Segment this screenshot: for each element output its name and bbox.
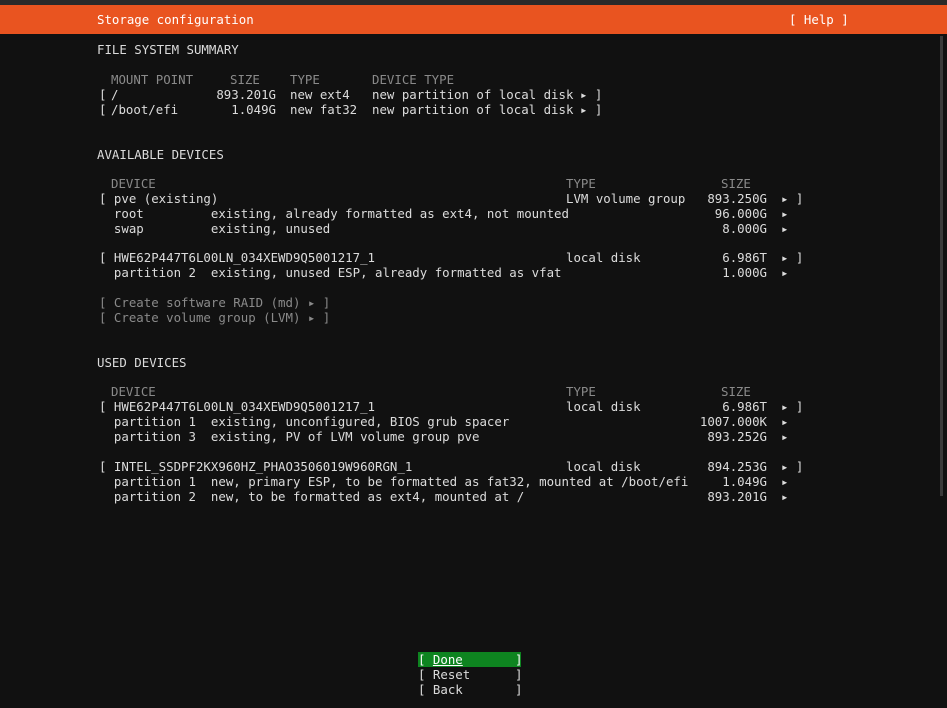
used-col-size: SIZE [721,384,751,399]
fs-row-type: new ext4 [290,87,350,102]
device-menu-arrow[interactable]: ▸ ] [781,191,803,206]
header-bar: Storage configuration [ Help ] [0,5,947,34]
device-label: [ HWE62P447T6L00LN_034XEWD9Q5001217_1 [99,399,376,414]
done-close-bracket: ] [462,652,523,667]
create-raid-button[interactable]: [ Create software RAID (md) ▸ ] [99,295,330,310]
device-label: [ HWE62P447T6L00LN_034XEWD9Q5001217_1 [99,250,376,265]
reset-button[interactable]: [ Reset ] [418,667,522,682]
device-menu-arrow[interactable]: ▸ [781,414,788,429]
back-button[interactable]: [ Back ] [418,682,522,697]
used-col-type: TYPE [566,384,596,399]
device-label: [ INTEL_SSDPF2KX960HZ_PHAO3506019W960RGN… [99,459,413,474]
device-size: 1.000G [722,265,767,280]
device-type: local disk [566,399,641,414]
used-heading: USED DEVICES [97,355,187,370]
fs-col-type: TYPE [290,72,320,87]
device-size: 893.252G [707,429,767,444]
used-col-device: DEVICE [111,384,156,399]
device-size: 1.049G [722,474,767,489]
fs-col-size: SIZE [230,72,260,87]
fs-row-arrow[interactable]: ▸ ] [580,87,602,102]
device-type: local disk [566,459,641,474]
device-size: 893.201G [707,489,767,504]
fs-col-mount: MOUNT POINT [111,72,194,87]
device-label: root existing, already formatted as ext4… [99,206,569,221]
fs-row-arrow[interactable]: ▸ ] [580,102,602,117]
fs-row-mount: /boot/efi [111,102,179,117]
device-menu-arrow[interactable]: ▸ [781,474,788,489]
device-label: partition 3 existing, PV of LVM volume g… [99,429,480,444]
device-label: swap existing, unused [99,221,331,236]
fs-col-devtype: DEVICE TYPE [372,72,455,87]
done-open-bracket: [ [418,652,433,667]
device-type: LVM volume group [566,191,686,206]
device-type: local disk [566,250,641,265]
help-button[interactable]: [ Help ] [789,12,849,27]
device-label: partition 1 existing, unconfigured, BIOS… [99,414,510,429]
device-label: [ pve (existing) [99,191,219,206]
device-menu-arrow[interactable]: ▸ [781,221,788,236]
available-col-device: DEVICE [111,176,156,191]
device-label: partition 2 new, to be formatted as ext4… [99,489,525,504]
fs-row-mount: / [111,87,119,102]
device-label: partition 2 existing, unused ESP, alread… [99,265,562,280]
device-menu-arrow[interactable]: ▸ [781,489,788,504]
device-menu-arrow[interactable]: ▸ [781,265,788,280]
device-menu-arrow[interactable]: ▸ ] [781,459,803,474]
fs-row-open: [ [99,87,107,102]
device-label: partition 1 new, primary ESP, to be form… [99,474,689,489]
available-col-type: TYPE [566,176,596,191]
available-heading: AVAILABLE DEVICES [97,147,224,162]
fs-row-devtype: new partition of local disk [372,87,574,102]
device-size: 1007.000K [699,414,767,429]
device-menu-arrow[interactable]: ▸ ] [781,250,803,265]
page-title: Storage configuration [97,12,254,27]
fs-row-type: new fat32 [290,102,358,117]
device-size: 96.000G [714,206,767,221]
done-label: Done [432,652,463,667]
create-volume-group-button[interactable]: [ Create volume group (LVM) ▸ ] [99,310,330,325]
device-size: 6.986T [722,250,767,265]
fs-row-devtype: new partition of local disk [372,102,574,117]
device-size: 6.986T [722,399,767,414]
scrollbar[interactable] [940,36,943,496]
available-col-size: SIZE [721,176,751,191]
device-menu-arrow[interactable]: ▸ [781,429,788,444]
device-menu-arrow[interactable]: ▸ [781,206,788,221]
fs-row-size: 893.201G [216,87,276,102]
fs-row-size: 1.049G [231,102,276,117]
device-size: 894.253G [707,459,767,474]
device-size: 893.250G [707,191,767,206]
done-button[interactable]: [ Done ] [418,652,523,667]
device-size: 8.000G [722,221,767,236]
fs-row-open: [ [99,102,107,117]
fs-summary-heading: FILE SYSTEM SUMMARY [97,42,239,57]
device-menu-arrow[interactable]: ▸ ] [781,399,803,414]
